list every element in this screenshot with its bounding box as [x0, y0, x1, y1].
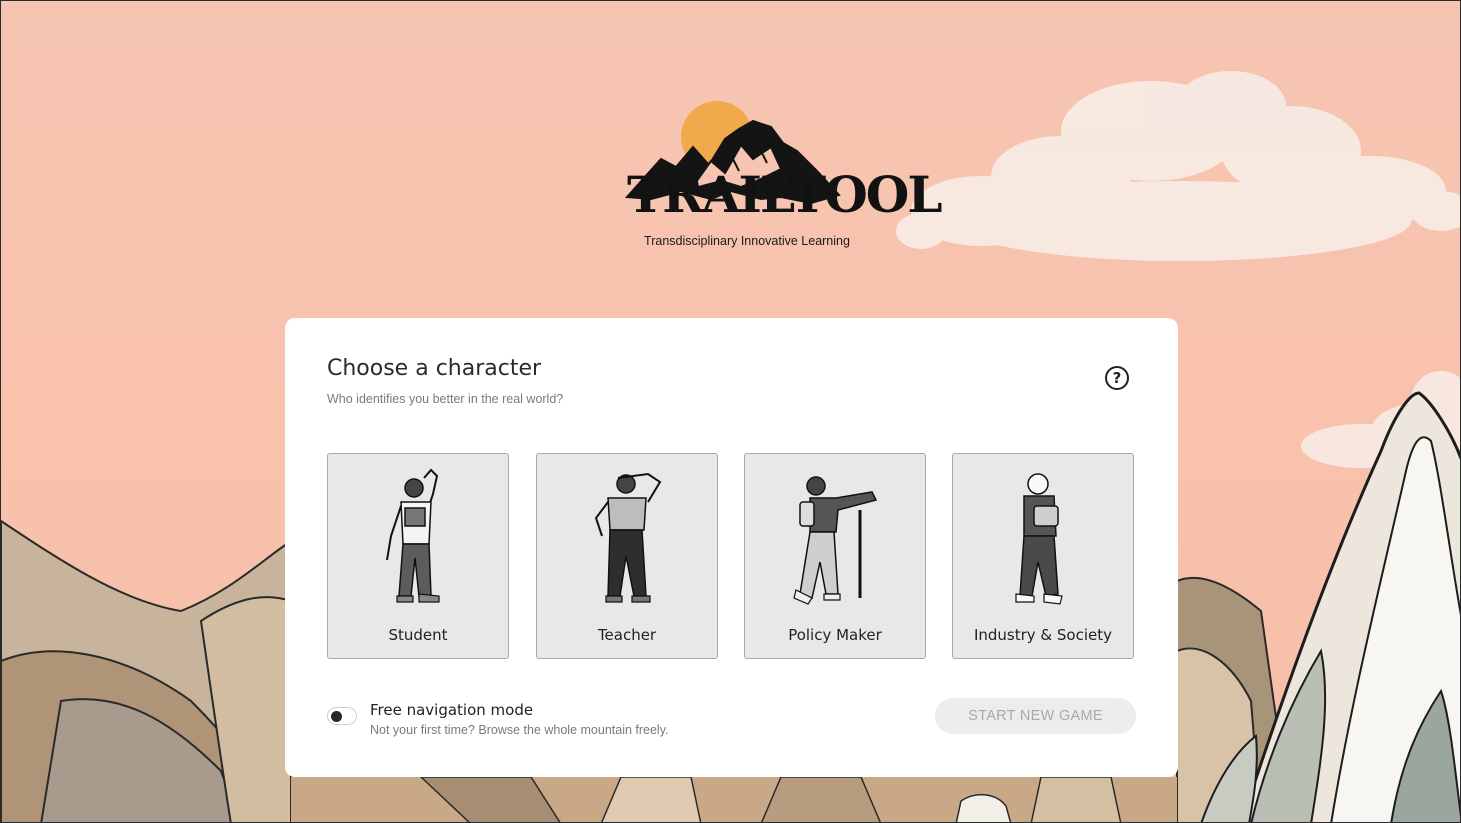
logo-subtitle: Transdisciplinary Innovative Learning [644, 234, 850, 248]
character-label: Policy Maker [788, 626, 882, 644]
toggle-knob [331, 711, 342, 722]
character-dialog: Choose a character Who identifies you be… [285, 318, 1178, 777]
dialog-subtitle: Who identifies you better in the real wo… [327, 392, 564, 406]
policy-maker-figure-icon [793, 476, 878, 605]
dialog-title: Choose a character [327, 356, 542, 381]
cloud [896, 71, 1460, 261]
student-figure-icon [386, 468, 440, 603]
trailtool-logo [624, 101, 841, 205]
free-navigation-toggle[interactable] [327, 707, 357, 725]
character-card-policy-maker[interactable]: Policy Maker [744, 453, 926, 659]
free-navigation-label: Free navigation mode [370, 701, 534, 719]
character-label: Teacher [597, 626, 657, 644]
character-label: Industry & Society [973, 626, 1113, 644]
character-label: Student [388, 626, 448, 644]
start-new-game-button[interactable]: START NEW GAME [935, 698, 1136, 734]
game-background: TRAILTOOL Transdisciplinary Innovative L… [0, 0, 1461, 823]
free-navigation-description: Not your first time? Browse the whole mo… [370, 723, 669, 737]
character-card-industry-society[interactable]: Industry & Society [952, 453, 1134, 659]
character-card-student[interactable]: Student [327, 453, 509, 659]
question-circle-icon[interactable]: ? [1105, 366, 1129, 390]
industry-society-figure-icon [1015, 473, 1063, 605]
logo-title: TRAILTOOL [627, 165, 943, 224]
teacher-figure-icon [594, 472, 662, 603]
character-card-teacher[interactable]: Teacher [536, 453, 718, 659]
